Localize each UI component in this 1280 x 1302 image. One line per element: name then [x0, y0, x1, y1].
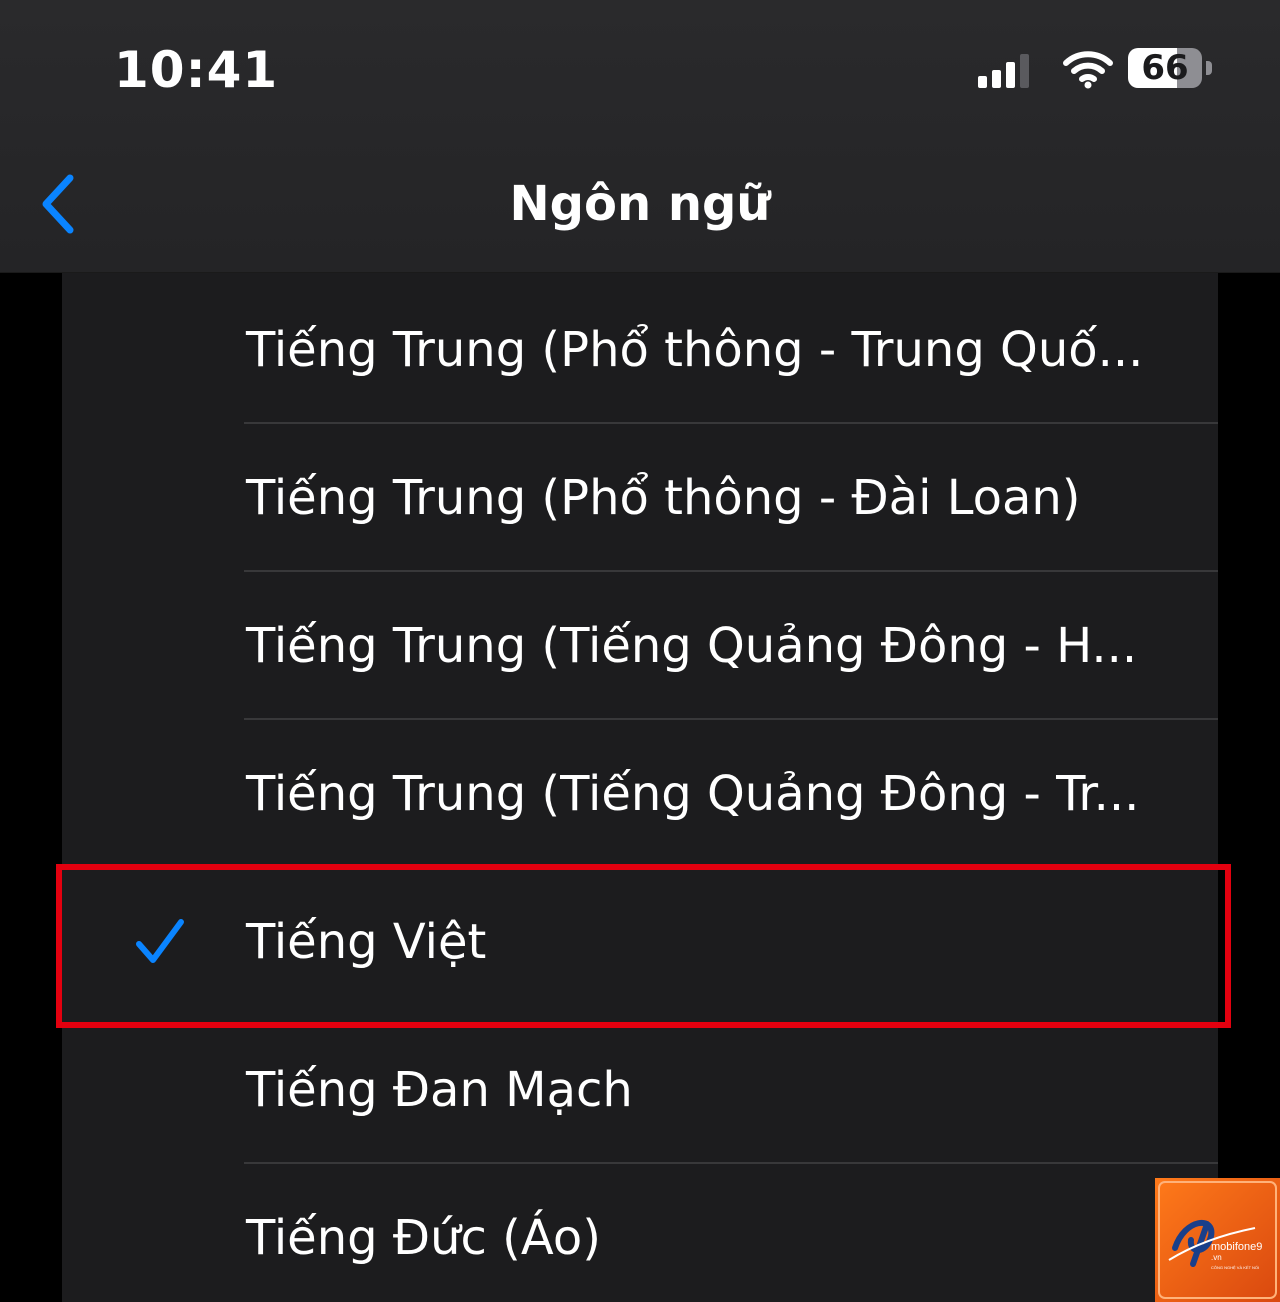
language-label: Tiếng Trung (Tiếng Quảng Đông - H...: [246, 618, 1138, 674]
language-row[interactable]: Tiếng Trung (Tiếng Quảng Đông - H...: [62, 572, 1218, 720]
logo-icon: mobifone9 .vn CÔNG NGHỆ VÀ KẾT NỐI: [1158, 1181, 1277, 1299]
language-label: Tiếng Trung (Phổ thông - Đài Loan): [246, 470, 1081, 526]
wifi-icon: [1063, 51, 1113, 89]
battery-tip: [1206, 61, 1212, 75]
language-label: Tiếng Trung (Tiếng Quảng Đông - Tr...: [246, 766, 1140, 822]
language-row[interactable]: Tiếng Trung (Phổ thông - Đài Loan): [62, 424, 1218, 572]
language-row-selected[interactable]: Tiếng Việt: [62, 868, 1218, 1016]
navigation-header: 10:41 66 Ngôn ngữ: [0, 0, 1280, 273]
signal-icon: [978, 54, 1029, 88]
language-list: Tiếng Trung (Phổ thông - Trung Quố... Ti…: [62, 272, 1218, 1302]
language-label: Tiếng Việt: [246, 914, 487, 970]
battery-level: 66: [1141, 48, 1189, 88]
language-row[interactable]: Tiếng Trung (Tiếng Quảng Đông - Tr...: [62, 720, 1218, 868]
language-label: Tiếng Đan Mạch: [246, 1062, 633, 1118]
language-row[interactable]: Tiếng Đan Mạch: [62, 1016, 1218, 1164]
page-title: Ngôn ngữ: [509, 176, 771, 232]
language-label: Tiếng Trung (Phổ thông - Trung Quố...: [246, 322, 1144, 378]
status-time: 10:41: [114, 41, 279, 99]
language-row[interactable]: Tiếng Đức (Áo): [62, 1164, 1218, 1302]
language-label: Tiếng Đức (Áo): [246, 1210, 601, 1266]
checkmark-icon: [136, 919, 184, 963]
svg-text:mobifone9: mobifone9: [1211, 1241, 1262, 1253]
battery-icon: 66: [1128, 48, 1218, 92]
svg-text:CÔNG NGHỆ VÀ KẾT NỐI: CÔNG NGHỆ VÀ KẾT NỐI: [1211, 1265, 1259, 1270]
language-row[interactable]: Tiếng Trung (Phổ thông - Trung Quố...: [62, 276, 1218, 424]
svg-text:.vn: .vn: [1211, 1253, 1222, 1262]
watermark-logo: mobifone9 .vn CÔNG NGHỆ VÀ KẾT NỐI: [1155, 1178, 1280, 1302]
